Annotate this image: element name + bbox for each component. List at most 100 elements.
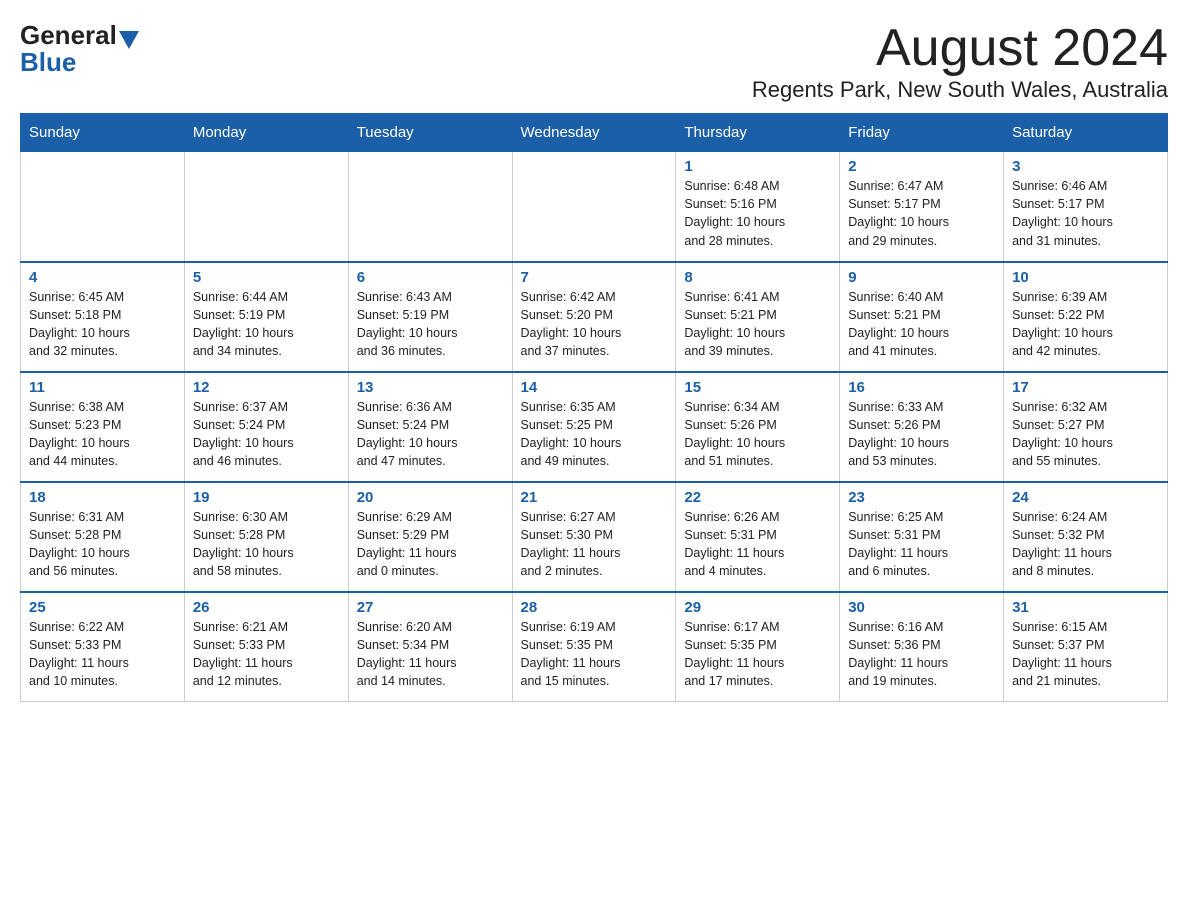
- day-info: Sunrise: 6:39 AMSunset: 5:22 PMDaylight:…: [1012, 288, 1159, 361]
- day-of-week-header: Wednesday: [512, 114, 676, 152]
- day-number: 30: [848, 599, 995, 616]
- calendar-cell: 25 Sunrise: 6:22 AMSunset: 5:33 PMDayligh…: [21, 592, 185, 702]
- day-info: Sunrise: 6:19 AMSunset: 5:35 PMDaylight:…: [521, 618, 668, 691]
- day-info: Sunrise: 6:34 AMSunset: 5:26 PMDaylight:…: [684, 398, 831, 471]
- calendar-cell: 24 Sunrise: 6:24 AMSunset: 5:32 PMDayligh…: [1004, 482, 1168, 592]
- day-number: 25: [29, 599, 176, 616]
- calendar-cell: 6 Sunrise: 6:43 AMSunset: 5:19 PMDaylight…: [348, 262, 512, 372]
- day-info: Sunrise: 6:29 AMSunset: 5:29 PMDaylight:…: [357, 508, 504, 581]
- day-info: Sunrise: 6:15 AMSunset: 5:37 PMDaylight:…: [1012, 618, 1159, 691]
- day-info: Sunrise: 6:16 AMSunset: 5:36 PMDaylight:…: [848, 618, 995, 691]
- calendar-cell: 2Sunrise: 6:47 AMSunset: 5:17 PMDaylight…: [840, 152, 1004, 262]
- page-header: General Blue August 2024 Regents Park, N…: [20, 20, 1168, 103]
- calendar-cell: 15 Sunrise: 6:34 AMSunset: 5:26 PMDayligh…: [676, 372, 840, 482]
- day-number: 10: [1012, 269, 1159, 286]
- calendar-cell: 9 Sunrise: 6:40 AMSunset: 5:21 PMDaylight…: [840, 262, 1004, 372]
- day-number: 4: [29, 269, 176, 286]
- calendar-cell: 21 Sunrise: 6:27 AMSunset: 5:30 PMDayligh…: [512, 482, 676, 592]
- day-info: Sunrise: 6:33 AMSunset: 5:26 PMDaylight:…: [848, 398, 995, 471]
- calendar-cell: [348, 152, 512, 262]
- calendar-cell: 3 Sunrise: 6:46 AMSunset: 5:17 PMDaylight…: [1004, 152, 1168, 262]
- day-number: 22: [684, 489, 831, 506]
- calendar-header: SundayMondayTuesdayWednesdayThursdayFrid…: [21, 114, 1168, 152]
- calendar-cell: 11 Sunrise: 6:38 AMSunset: 5:23 PMDayligh…: [21, 372, 185, 482]
- day-number: 7: [521, 269, 668, 286]
- day-number: 26: [193, 599, 340, 616]
- day-number: 19: [193, 489, 340, 506]
- day-info: Sunrise: 6:40 AMSunset: 5:21 PMDaylight:…: [848, 288, 995, 361]
- day-number: 17: [1012, 379, 1159, 396]
- location-title: Regents Park, New South Wales, Australia: [752, 77, 1168, 103]
- day-number: 5: [193, 269, 340, 286]
- day-number: 6: [357, 269, 504, 286]
- calendar-body: 1Sunrise: 6:48 AMSunset: 5:16 PMDaylight…: [21, 152, 1168, 702]
- calendar-cell: 20 Sunrise: 6:29 AMSunset: 5:29 PMDayligh…: [348, 482, 512, 592]
- day-info: Sunrise: 6:27 AMSunset: 5:30 PMDaylight:…: [521, 508, 668, 581]
- day-number: 8: [684, 269, 831, 286]
- day-info: Sunrise: 6:37 AMSunset: 5:24 PMDaylight:…: [193, 398, 340, 471]
- logo-blue: Blue: [20, 47, 76, 78]
- day-info: Sunrise: 6:32 AMSunset: 5:27 PMDaylight:…: [1012, 398, 1159, 471]
- day-number: 11: [29, 379, 176, 396]
- day-number: 21: [521, 489, 668, 506]
- day-of-week-header: Friday: [840, 114, 1004, 152]
- calendar-cell: 27Sunrise: 6:20 AMSunset: 5:34 PMDayligh…: [348, 592, 512, 702]
- calendar-cell: 23 Sunrise: 6:25 AMSunset: 5:31 PMDayligh…: [840, 482, 1004, 592]
- day-number: 23: [848, 489, 995, 506]
- calendar-cell: 18Sunrise: 6:31 AMSunset: 5:28 PMDayligh…: [21, 482, 185, 592]
- logo-arrow-icon: [119, 31, 139, 49]
- logo: General Blue: [20, 20, 141, 78]
- day-number: 18: [29, 489, 176, 506]
- day-number: 24: [1012, 489, 1159, 506]
- calendar-cell: 4 Sunrise: 6:45 AMSunset: 5:18 PMDaylight…: [21, 262, 185, 372]
- calendar-cell: [184, 152, 348, 262]
- calendar-cell: [512, 152, 676, 262]
- day-number: 9: [848, 269, 995, 286]
- days-of-week-row: SundayMondayTuesdayWednesdayThursdayFrid…: [21, 114, 1168, 152]
- day-info: Sunrise: 6:42 AMSunset: 5:20 PMDaylight:…: [521, 288, 668, 361]
- day-number: 13: [357, 379, 504, 396]
- calendar-cell: 1Sunrise: 6:48 AMSunset: 5:16 PMDaylight…: [676, 152, 840, 262]
- day-number: 3: [1012, 158, 1159, 175]
- calendar-cell: 17 Sunrise: 6:32 AMSunset: 5:27 PMDayligh…: [1004, 372, 1168, 482]
- day-info: Sunrise: 6:38 AMSunset: 5:23 PMDaylight:…: [29, 398, 176, 471]
- calendar-cell: 22 Sunrise: 6:26 AMSunset: 5:31 PMDayligh…: [676, 482, 840, 592]
- month-title: August 2024: [752, 20, 1168, 77]
- day-info: Sunrise: 6:21 AMSunset: 5:33 PMDaylight:…: [193, 618, 340, 691]
- calendar-cell: 29Sunrise: 6:17 AMSunset: 5:35 PMDayligh…: [676, 592, 840, 702]
- calendar-cell: 28Sunrise: 6:19 AMSunset: 5:35 PMDayligh…: [512, 592, 676, 702]
- day-info: Sunrise: 6:36 AMSunset: 5:24 PMDaylight:…: [357, 398, 504, 471]
- day-number: 2: [848, 158, 995, 175]
- calendar-cell: 12 Sunrise: 6:37 AMSunset: 5:24 PMDayligh…: [184, 372, 348, 482]
- day-of-week-header: Sunday: [21, 114, 185, 152]
- calendar-cell: 30 Sunrise: 6:16 AMSunset: 5:36 PMDayligh…: [840, 592, 1004, 702]
- calendar-cell: 7 Sunrise: 6:42 AMSunset: 5:20 PMDaylight…: [512, 262, 676, 372]
- day-number: 20: [357, 489, 504, 506]
- day-info: Sunrise: 6:24 AMSunset: 5:32 PMDaylight:…: [1012, 508, 1159, 581]
- calendar-cell: 14Sunrise: 6:35 AMSunset: 5:25 PMDayligh…: [512, 372, 676, 482]
- calendar-week-row: 11 Sunrise: 6:38 AMSunset: 5:23 PMDayligh…: [21, 372, 1168, 482]
- calendar-cell: [21, 152, 185, 262]
- day-number: 14: [521, 379, 668, 396]
- calendar-week-row: 1Sunrise: 6:48 AMSunset: 5:16 PMDaylight…: [21, 152, 1168, 262]
- day-number: 16: [848, 379, 995, 396]
- day-of-week-header: Saturday: [1004, 114, 1168, 152]
- day-info: Sunrise: 6:25 AMSunset: 5:31 PMDaylight:…: [848, 508, 995, 581]
- day-info: Sunrise: 6:43 AMSunset: 5:19 PMDaylight:…: [357, 288, 504, 361]
- calendar-week-row: 18Sunrise: 6:31 AMSunset: 5:28 PMDayligh…: [21, 482, 1168, 592]
- day-number: 27: [357, 599, 504, 616]
- calendar-cell: 19 Sunrise: 6:30 AMSunset: 5:28 PMDayligh…: [184, 482, 348, 592]
- day-info: Sunrise: 6:26 AMSunset: 5:31 PMDaylight:…: [684, 508, 831, 581]
- calendar-cell: 10 Sunrise: 6:39 AMSunset: 5:22 PMDayligh…: [1004, 262, 1168, 372]
- calendar-cell: 31Sunrise: 6:15 AMSunset: 5:37 PMDayligh…: [1004, 592, 1168, 702]
- day-info: Sunrise: 6:41 AMSunset: 5:21 PMDaylight:…: [684, 288, 831, 361]
- calendar-table: SundayMondayTuesdayWednesdayThursdayFrid…: [20, 113, 1168, 702]
- day-info: Sunrise: 6:45 AMSunset: 5:18 PMDaylight:…: [29, 288, 176, 361]
- day-of-week-header: Thursday: [676, 114, 840, 152]
- day-number: 15: [684, 379, 831, 396]
- day-info: Sunrise: 6:22 AMSunset: 5:33 PMDaylight:…: [29, 618, 176, 691]
- day-info: Sunrise: 6:17 AMSunset: 5:35 PMDaylight:…: [684, 618, 831, 691]
- day-number: 12: [193, 379, 340, 396]
- day-info: Sunrise: 6:30 AMSunset: 5:28 PMDaylight:…: [193, 508, 340, 581]
- day-info: Sunrise: 6:46 AMSunset: 5:17 PMDaylight:…: [1012, 177, 1159, 250]
